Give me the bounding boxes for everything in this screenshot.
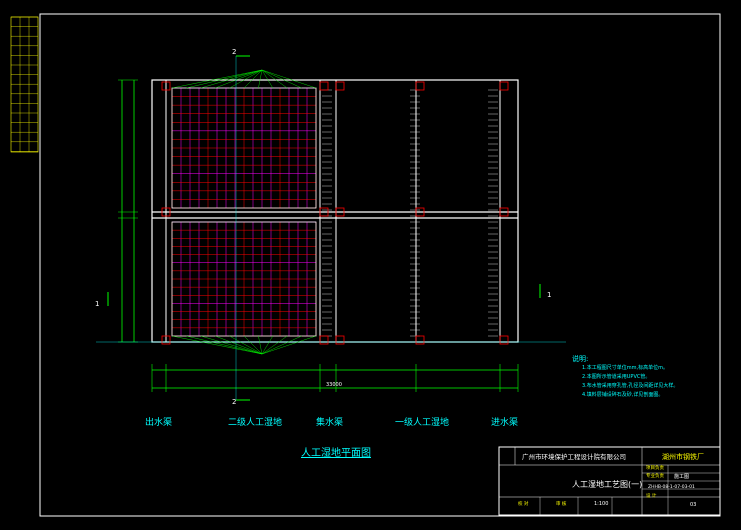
fan-line-top <box>258 69 263 89</box>
section-mark-right: 1 <box>547 291 552 299</box>
fan-line-top <box>261 69 273 89</box>
pier-mark <box>499 81 509 91</box>
pier-mark <box>319 81 329 91</box>
zone-label-outlet: 出水渠 <box>145 418 173 428</box>
wetland-grid-lower <box>171 221 317 337</box>
zone-label-inlet: 进水渠 <box>491 418 519 428</box>
tb-row-2: 专业负责 <box>646 474 664 479</box>
drawing-number: ZHHB-08-1-07-03-01 <box>648 485 695 490</box>
fan-line-bottom <box>261 335 273 355</box>
fan-line-top <box>186 69 263 89</box>
pier-mark <box>499 335 509 345</box>
pier-mark <box>415 335 425 345</box>
wetland-grid-upper <box>171 87 317 209</box>
sheet-border <box>39 13 721 517</box>
fan-line-bottom <box>261 335 288 355</box>
fan-line-bottom <box>171 335 263 355</box>
drawing-name: 人工湿地工艺图(一) <box>572 480 643 489</box>
fan-line-bottom <box>186 335 263 355</box>
fan-line-bottom <box>215 335 263 355</box>
fan-line-bottom <box>261 335 302 355</box>
pier-mark <box>335 81 345 91</box>
basin-outline <box>151 79 519 343</box>
notes-heading: 说明: <box>572 355 589 363</box>
pier-mark <box>335 335 345 345</box>
fan-line-top <box>261 69 288 89</box>
left-binding-strip <box>10 16 39 153</box>
scale-value: 1:100 <box>594 501 609 507</box>
note-2: 2.本图所示管道采用UPVC管。 <box>582 374 651 380</box>
tb-row-4: 校 对 <box>518 502 529 507</box>
sheet-number: 03 <box>690 502 697 508</box>
fan-line-top <box>171 69 263 89</box>
fan-line-top <box>215 69 263 89</box>
basin-walls <box>152 80 518 345</box>
fan-line-top <box>229 69 263 89</box>
fan-line-bottom <box>261 335 317 355</box>
note-3: 3.布水管采用穿孔管,孔径及间距详见大样。 <box>582 383 679 389</box>
section-mark-bottom: 2 <box>232 398 237 406</box>
stage-label: 施工图 <box>674 474 690 480</box>
plan-title: 人工湿地平面图 <box>301 448 371 459</box>
section-mark-top: 2 <box>232 48 237 56</box>
fan-line-top <box>261 69 302 89</box>
section-mark-left: 1 <box>95 300 100 308</box>
company-name: 广州市环境保护工程设计院有限公司 <box>522 453 626 461</box>
total-width-dim: 33000 <box>326 382 342 388</box>
fan-line-top <box>261 69 317 89</box>
tb-row-3: 设 计 <box>646 494 657 499</box>
zone-label-collector: 集水渠 <box>316 418 344 428</box>
pier-mark <box>319 335 329 345</box>
note-1: 1.本工程图尺寸单位mm,标高单位m。 <box>582 365 668 371</box>
zone-label-second-wetland: 二级人工湿地 <box>228 418 283 428</box>
fan-line-bottom <box>229 335 263 355</box>
note-4: 4.填料层铺设碎石及砂,详见剖面图。 <box>582 392 664 398</box>
tb-row-1: 项目负责 <box>646 466 664 471</box>
fan-line-bottom <box>258 335 263 355</box>
tb-row-5: 审 核 <box>556 502 567 507</box>
project-name: 湖州市钢铁厂 <box>662 453 704 461</box>
left-strip-lines <box>11 16 38 152</box>
pier-mark <box>415 81 425 91</box>
zone-label-first-wetland: 一级人工湿地 <box>395 418 450 428</box>
